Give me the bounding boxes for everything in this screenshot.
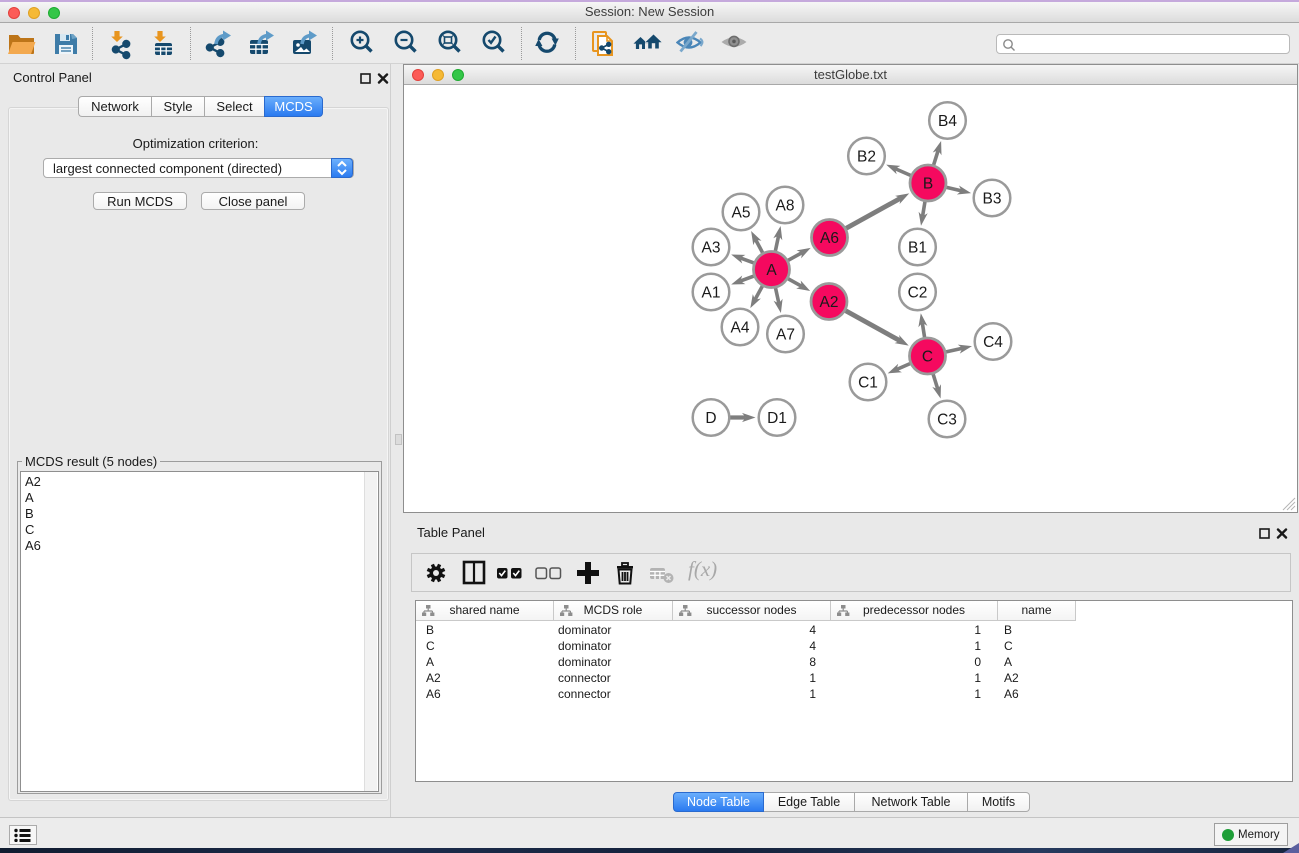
svg-text:A4: A4 [731,320,750,337]
svg-text:D: D [705,410,716,427]
svg-text:C1: C1 [858,375,878,392]
svg-text:A7: A7 [776,327,795,344]
svg-text:A: A [766,262,777,279]
svg-text:A1: A1 [702,285,721,302]
svg-text:B: B [923,176,933,193]
svg-text:C3: C3 [937,412,957,429]
svg-text:D1: D1 [767,410,787,427]
svg-text:A3: A3 [702,240,721,257]
svg-text:C2: C2 [908,285,928,302]
svg-text:A6: A6 [820,230,839,247]
svg-text:A8: A8 [776,198,795,215]
svg-text:B3: B3 [983,191,1002,208]
svg-text:A2: A2 [820,294,839,311]
svg-text:B2: B2 [857,149,876,166]
svg-text:C: C [922,349,933,366]
svg-text:B4: B4 [938,113,957,130]
svg-text:C4: C4 [983,334,1003,351]
svg-text:B1: B1 [908,240,927,257]
svg-text:A5: A5 [732,205,751,222]
